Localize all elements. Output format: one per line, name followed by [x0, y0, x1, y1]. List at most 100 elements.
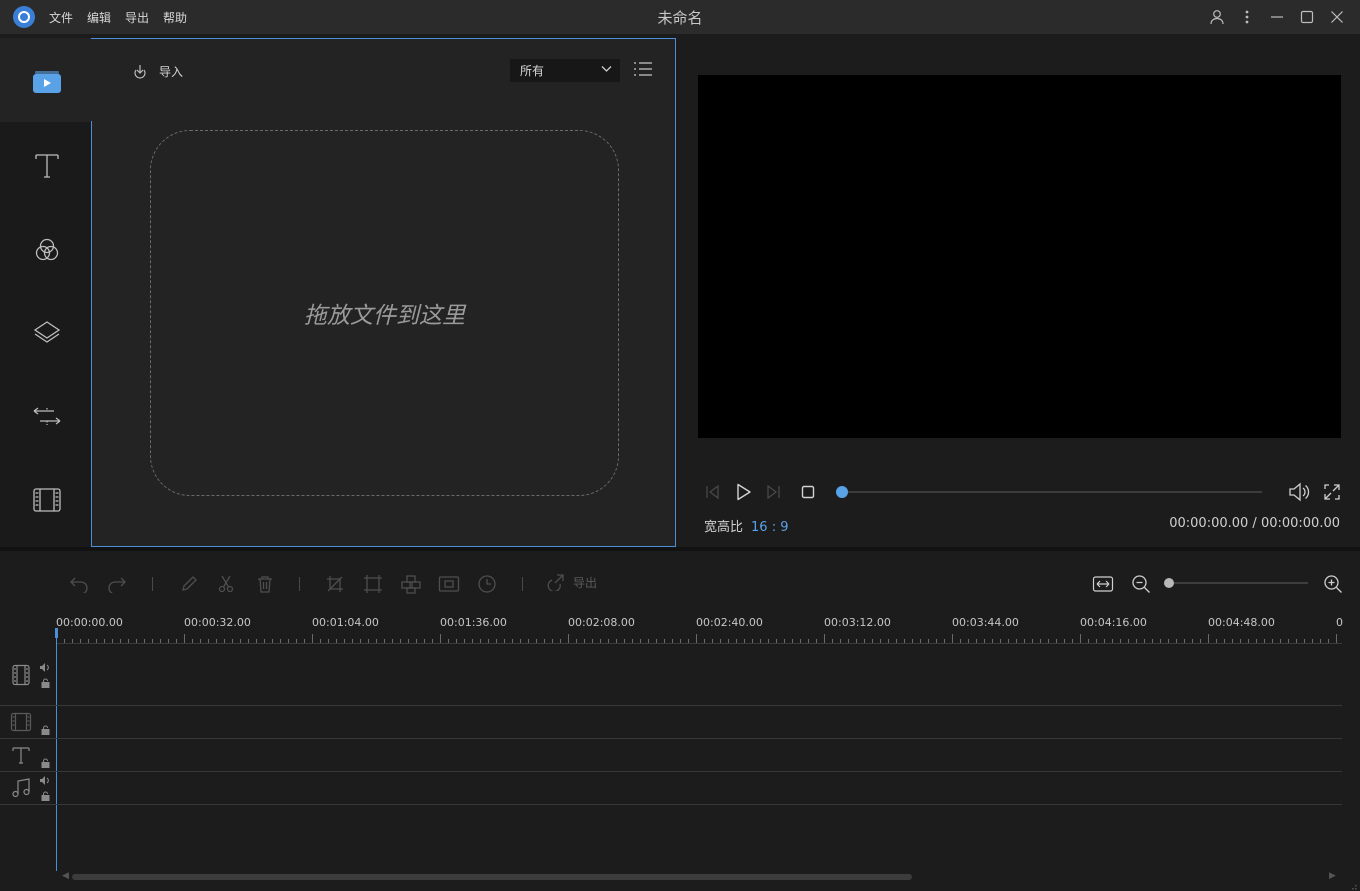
- resize-grip-icon[interactable]: [1347, 878, 1357, 890]
- ruler-minor-tick: [872, 639, 873, 643]
- ruler-minor-tick: [1280, 639, 1281, 643]
- ruler-minor-tick: [1104, 639, 1105, 643]
- playhead-handle[interactable]: [55, 628, 58, 638]
- edit-icon[interactable]: [177, 572, 201, 596]
- ruler-minor-tick: [432, 639, 433, 643]
- more-menu-icon[interactable]: [1232, 5, 1262, 29]
- playhead[interactable]: [56, 628, 57, 871]
- account-icon[interactable]: [1202, 5, 1232, 29]
- ruler-label: 00:04:16.00: [1080, 616, 1147, 629]
- window-controls: [1202, 5, 1352, 29]
- timeline-scrollbar[interactable]: [72, 874, 912, 880]
- import-button[interactable]: 导入: [131, 63, 183, 80]
- aspect-value[interactable]: 16 : 9: [751, 520, 788, 535]
- mosaic-icon[interactable]: [399, 572, 423, 596]
- next-frame-icon[interactable]: [760, 478, 788, 506]
- list-view-icon[interactable]: [633, 61, 653, 81]
- freeze-frame-icon[interactable]: [437, 572, 461, 596]
- text-icon[interactable]: [31, 149, 63, 181]
- ruler-minor-tick: [856, 639, 857, 643]
- zoom-out-icon[interactable]: [1129, 572, 1153, 596]
- zoom-slider-handle[interactable]: [1164, 578, 1174, 588]
- ruler-minor-tick: [472, 639, 473, 643]
- ruler-minor-tick: [584, 639, 585, 643]
- track-mute-icon[interactable]: [40, 775, 50, 785]
- fit-to-timeline-icon[interactable]: [1091, 572, 1115, 596]
- ruler-minor-tick: [864, 639, 865, 643]
- ruler-minor-tick: [736, 639, 737, 643]
- maximize-icon[interactable]: [1292, 5, 1322, 29]
- ruler-minor-tick: [600, 639, 601, 643]
- ruler-minor-tick: [784, 639, 785, 643]
- ruler-major-tick: [1208, 634, 1209, 643]
- close-icon[interactable]: [1322, 5, 1352, 29]
- stop-icon[interactable]: [794, 478, 822, 506]
- ruler-minor-tick: [896, 639, 897, 643]
- title-bar: 文件 编辑 导出 帮助 未命名: [0, 0, 1360, 34]
- drop-zone[interactable]: 拖放文件到这里: [150, 130, 619, 496]
- ruler-minor-tick: [1232, 639, 1233, 643]
- overlays-icon[interactable]: [31, 317, 63, 349]
- ruler-minor-tick: [464, 639, 465, 643]
- timeline-ruler[interactable]: 00:00:00.00 00:00:32.00 00:01:04.00 00:01:3…: [56, 612, 1343, 644]
- track-lock-icon[interactable]: [40, 758, 50, 768]
- ruler-minor-tick: [1016, 639, 1017, 643]
- ruler-minor-tick: [1224, 639, 1225, 643]
- transitions-icon[interactable]: [31, 401, 63, 433]
- fullscreen-icon[interactable]: [1318, 478, 1346, 506]
- ruler-minor-tick: [1128, 639, 1129, 643]
- ruler-minor-tick: [280, 639, 281, 643]
- seek-handle[interactable]: [836, 486, 848, 498]
- preview-screen: [698, 75, 1341, 438]
- menu-bar: 文件 编辑 导出 帮助: [49, 9, 187, 26]
- track-lock-icon[interactable]: [40, 725, 50, 735]
- ruler-minor-tick: [560, 639, 561, 643]
- ruler-minor-tick: [216, 639, 217, 643]
- film-elements-icon[interactable]: [31, 484, 63, 516]
- menu-edit[interactable]: 编辑: [87, 9, 111, 26]
- menu-export[interactable]: 导出: [125, 9, 149, 26]
- ruler-minor-tick: [112, 639, 113, 643]
- resize-icon[interactable]: [361, 572, 385, 596]
- ruler-minor-tick: [224, 639, 225, 643]
- ruler-major-tick: [1080, 634, 1081, 643]
- ruler-major-tick: [952, 634, 953, 643]
- ruler-minor-tick: [944, 639, 945, 643]
- ruler-minor-tick: [360, 639, 361, 643]
- crop-icon[interactable]: [323, 572, 347, 596]
- zoom-in-icon[interactable]: [1321, 572, 1345, 596]
- ruler-minor-tick: [552, 639, 553, 643]
- timeline-export-button[interactable]: 导出: [545, 573, 597, 591]
- panel-divider[interactable]: [0, 547, 1360, 551]
- scroll-left-icon[interactable]: ◀: [62, 871, 69, 881]
- media-filter-select[interactable]: 所有: [510, 59, 620, 82]
- seek-bar[interactable]: [844, 491, 1262, 493]
- track-lock-icon[interactable]: [40, 791, 50, 801]
- filters-icon[interactable]: [31, 234, 63, 266]
- scroll-right-icon[interactable]: ▶: [1329, 871, 1336, 881]
- redo-icon[interactable]: [105, 572, 129, 596]
- track-lock-icon[interactable]: [40, 678, 50, 688]
- ruler-minor-tick: [496, 639, 497, 643]
- track-mute-icon[interactable]: [40, 662, 50, 672]
- overlay-track-icon: [10, 711, 32, 733]
- delete-icon[interactable]: [253, 572, 277, 596]
- minimize-icon[interactable]: [1262, 5, 1292, 29]
- prev-frame-icon[interactable]: [698, 478, 726, 506]
- ruler-minor-tick: [960, 639, 961, 643]
- ruler-minor-tick: [296, 639, 297, 643]
- ruler-major-tick: [440, 634, 441, 643]
- zoom-slider[interactable]: [1168, 582, 1308, 584]
- volume-icon[interactable]: [1285, 478, 1313, 506]
- media-icon[interactable]: [31, 66, 63, 98]
- ruler-minor-tick: [656, 639, 657, 643]
- cut-icon[interactable]: [214, 572, 238, 596]
- play-icon[interactable]: [729, 478, 757, 506]
- ruler-minor-tick: [1328, 639, 1329, 643]
- ruler-minor-tick: [528, 639, 529, 643]
- ruler-minor-tick: [400, 639, 401, 643]
- undo-icon[interactable]: [67, 572, 91, 596]
- menu-file[interactable]: 文件: [49, 9, 73, 26]
- menu-help[interactable]: 帮助: [163, 9, 187, 26]
- duration-icon[interactable]: [475, 572, 499, 596]
